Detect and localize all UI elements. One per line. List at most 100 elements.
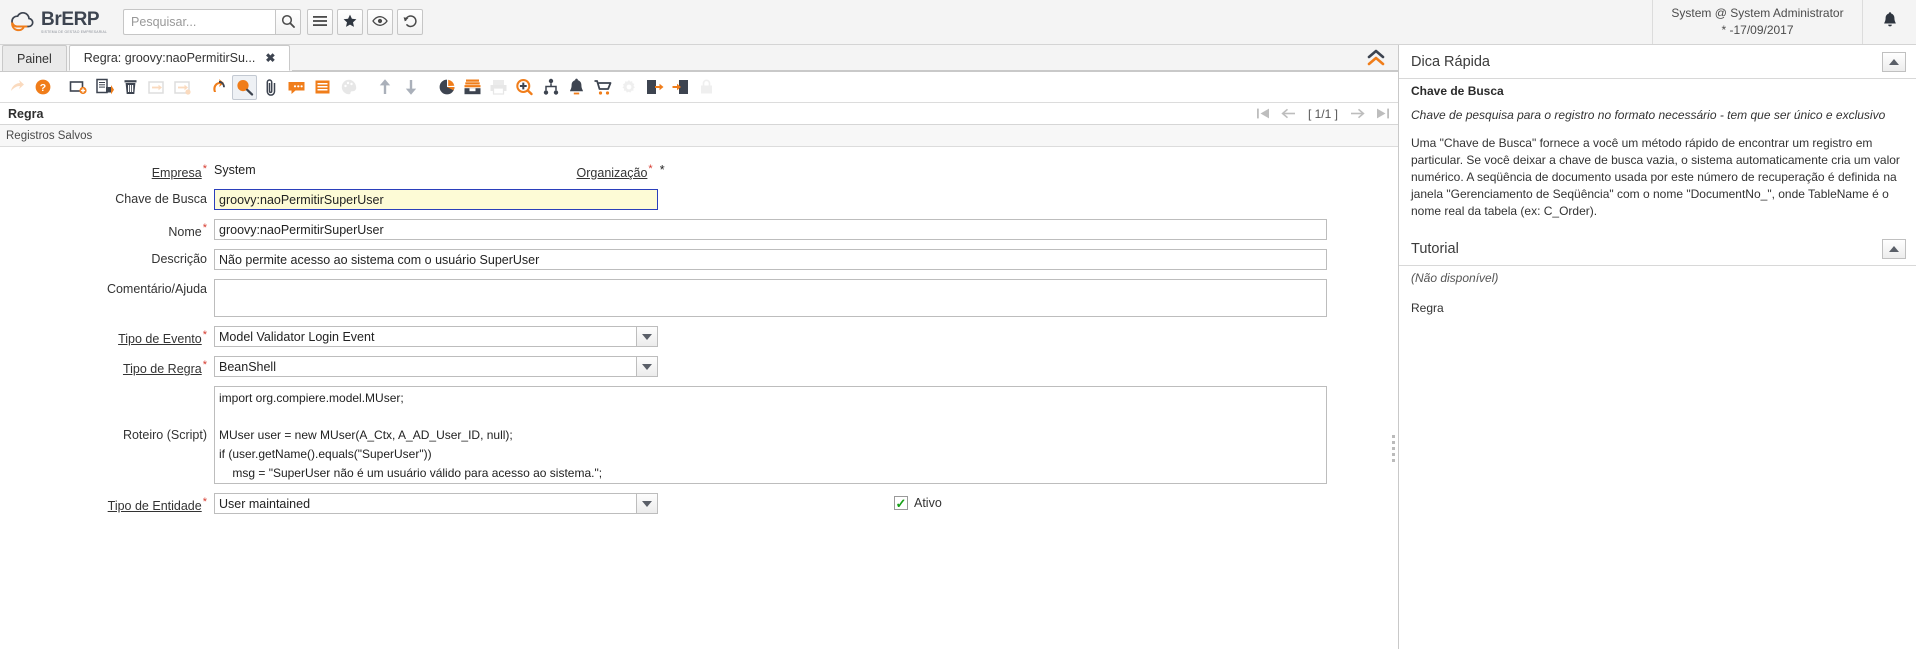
- menu-button[interactable]: [307, 9, 334, 35]
- script-textarea[interactable]: import org.compiere.model.MUser; MUser u…: [214, 386, 1327, 485]
- ignore-changes-icon[interactable]: [4, 75, 29, 100]
- last-record-icon[interactable]: [1375, 107, 1390, 120]
- tab-label: Painel: [17, 51, 52, 66]
- detail-record-icon[interactable]: [398, 75, 423, 100]
- delete-record-icon[interactable]: [118, 75, 143, 100]
- search-key-input[interactable]: [214, 189, 658, 211]
- cloud-swirl-icon: [8, 9, 38, 35]
- entity-type-input[interactable]: [214, 493, 636, 515]
- tutorial-title: Tutorial: [1411, 241, 1459, 258]
- tab-regra[interactable]: Regra: groovy:naoPermitirSu... ✖: [68, 45, 291, 71]
- chevron-up-icon: [1889, 59, 1899, 65]
- print-icon[interactable]: [486, 75, 511, 100]
- chevron-up-icon: [1889, 246, 1899, 253]
- quick-tip-body: Chave de Busca Chave de pesquisa para o …: [1399, 79, 1916, 226]
- rule-type-input[interactable]: [214, 356, 636, 378]
- name-input[interactable]: [214, 219, 1327, 241]
- archive-icon[interactable]: [336, 75, 361, 100]
- lock-icon[interactable]: [694, 75, 719, 100]
- close-icon[interactable]: ✖: [265, 51, 275, 65]
- chevron-down-icon[interactable]: [636, 493, 658, 515]
- panel-resize-handle[interactable]: [1392, 435, 1395, 462]
- descricao-value-wrap: [214, 249, 1327, 271]
- tipo-de-evento-value-wrap: [214, 326, 658, 348]
- workflow-icon[interactable]: [538, 75, 563, 100]
- eye-icon: [372, 15, 388, 30]
- organizacao-value-wrap: *: [660, 160, 665, 177]
- search-input[interactable]: [123, 9, 276, 35]
- empresa-label: Empresa*: [151, 163, 207, 181]
- zoom-across-icon[interactable]: [512, 75, 537, 100]
- next-record-icon[interactable]: [1349, 107, 1366, 120]
- request-bell-icon[interactable]: [564, 75, 589, 100]
- field-row-comentario: Comentário/Ajuda: [0, 279, 1398, 318]
- required-marker: *: [648, 163, 653, 175]
- main-content: Painel Regra: groovy:naoPermitirSu... ✖: [0, 45, 1398, 649]
- nome-label: Nome*: [168, 222, 207, 240]
- double-chevron-up-icon[interactable]: [1364, 47, 1388, 69]
- copy-record-icon[interactable]: [92, 75, 117, 100]
- tabbar-filler: [292, 45, 1398, 71]
- exit-window-icon[interactable]: [642, 75, 667, 100]
- favorites-button[interactable]: [337, 9, 364, 35]
- hamburger-menu-icon: [313, 15, 328, 30]
- gear-icon[interactable]: [616, 75, 641, 100]
- parent-record-icon[interactable]: [372, 75, 397, 100]
- description-input[interactable]: [214, 249, 1327, 271]
- descricao-label: Descrição: [151, 252, 207, 267]
- help-icon[interactable]: ?: [30, 75, 55, 100]
- field-row-tipo-de-evento: Tipo de Evento*: [0, 326, 1398, 348]
- header-button-group: [307, 9, 424, 35]
- organizacao-value[interactable]: *: [660, 160, 665, 177]
- find-icon[interactable]: [232, 74, 257, 100]
- comentario-label: Comentário/Ajuda: [106, 282, 207, 297]
- chat-icon[interactable]: [284, 75, 309, 100]
- tipo-de-evento-label: Tipo de Evento*: [118, 329, 207, 347]
- application-window: BrERP SISTEMA DE GESTAO EMPRESARIAL Pesq…: [0, 0, 1916, 649]
- previous-record-icon[interactable]: [1280, 107, 1297, 120]
- quick-tip-help: Uma "Chave de Busca" fornece a você um m…: [1411, 136, 1900, 219]
- magnifier-icon: [281, 14, 295, 31]
- first-record-icon[interactable]: [1256, 107, 1271, 120]
- roteiro-value-wrap: import org.compiere.model.MUser; MUser u…: [214, 386, 1327, 485]
- post-it-icon[interactable]: [310, 75, 335, 100]
- saved-records-bar[interactable]: Registros Salvos: [0, 125, 1398, 147]
- tutorial-collapse-button[interactable]: [1882, 239, 1906, 260]
- brand-logo[interactable]: BrERP SISTEMA DE GESTAO EMPRESARIAL: [0, 0, 119, 44]
- active-label: Ativo: [914, 496, 942, 511]
- report-icon[interactable]: [434, 75, 459, 100]
- chevron-down-icon[interactable]: [636, 356, 658, 378]
- attachment-icon[interactable]: [258, 75, 283, 100]
- event-type-input[interactable]: [214, 326, 636, 348]
- empresa-value[interactable]: System: [214, 160, 256, 177]
- rule-type-select[interactable]: [214, 356, 658, 378]
- exit-window-alt-icon[interactable]: [668, 75, 693, 100]
- tab-painel[interactable]: Painel: [2, 45, 67, 71]
- comentario-value-wrap: [214, 279, 1327, 318]
- notifications-button[interactable]: [1862, 0, 1916, 44]
- chevron-down-icon[interactable]: [636, 326, 658, 348]
- print-preview-icon[interactable]: [460, 75, 485, 100]
- user-identity: System @ System Administrator: [1671, 5, 1844, 20]
- view-button[interactable]: [367, 9, 394, 35]
- quick-tip-collapse-button[interactable]: [1882, 52, 1906, 72]
- window-tabbar: Painel Regra: groovy:naoPermitirSu... ✖: [0, 45, 1398, 72]
- event-type-select[interactable]: [214, 326, 658, 348]
- active-checkbox[interactable]: ✓: [894, 496, 908, 511]
- refresh-icon[interactable]: [206, 75, 231, 100]
- new-record-icon[interactable]: [66, 75, 91, 100]
- brand-tagline: SISTEMA DE GESTAO EMPRESARIAL: [41, 29, 108, 34]
- search-button[interactable]: [275, 9, 302, 35]
- quick-tip-field-name: Chave de Busca: [1411, 84, 1504, 98]
- history-button[interactable]: [397, 9, 424, 35]
- comment-help-textarea[interactable]: [214, 279, 1327, 318]
- empresa-value-wrap: System: [214, 160, 256, 177]
- entity-type-select[interactable]: [214, 493, 658, 515]
- user-context[interactable]: System @ System Administrator * -17/09/2…: [1652, 0, 1862, 44]
- tipo-de-regra-label: Tipo de Regra*: [122, 359, 207, 377]
- record-pager: [ 1/1 ]: [1256, 107, 1390, 121]
- export-icon[interactable]: [144, 75, 169, 100]
- import-icon[interactable]: [170, 75, 195, 100]
- body-split: Painel Regra: groovy:naoPermitirSu... ✖: [0, 45, 1916, 649]
- product-info-cart-icon[interactable]: [590, 75, 615, 100]
